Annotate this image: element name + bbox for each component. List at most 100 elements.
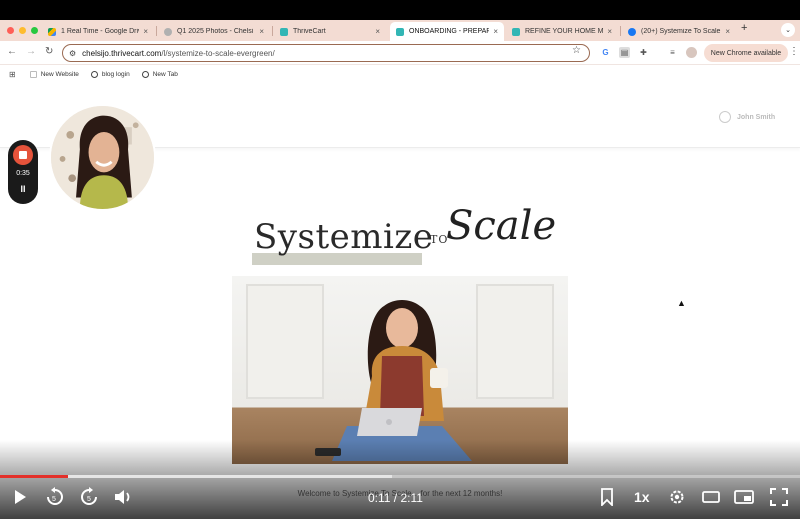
fullscreen-icon [770, 488, 788, 506]
tab-title: ONBOARDING - PREPARE [409, 28, 490, 35]
close-tab-icon[interactable]: × [493, 27, 498, 36]
settings-button[interactable] [666, 486, 688, 508]
tab-title: Q1 2025 Photos - Chelsi J [177, 28, 256, 35]
bookmark-label: New Website [40, 71, 79, 78]
playback-speed-button[interactable]: 1x [634, 489, 650, 505]
bookmark-blog-login[interactable]: blog login [90, 71, 130, 78]
webcam-bubble[interactable] [49, 104, 156, 211]
extension-icon[interactable]: ▤ [619, 47, 630, 58]
tab-search-button[interactable]: ⌄ [781, 23, 795, 37]
forward-icon[interactable]: → [26, 46, 36, 57]
url-path: /l/systemize-to-scale-evergreen/ [161, 48, 275, 58]
close-window-button[interactable] [7, 27, 14, 34]
puzzle-extensions-icon[interactable]: ✚ [638, 47, 649, 58]
thrivecart-icon [396, 27, 404, 36]
browser-toolbar: ← → ↻ ⚙ chelsijo.thrivecart.com/l/system… [0, 41, 800, 65]
gear-icon [670, 490, 684, 504]
address-bar[interactable]: ⚙ chelsijo.thrivecart.com/l/systemize-to… [62, 44, 590, 62]
pause-recording-button[interactable]: II [8, 184, 38, 194]
course-cover-image: Systemize TO Scale [232, 181, 568, 464]
miniplayer-button[interactable] [733, 486, 755, 508]
google-extension-icon[interactable]: G [600, 47, 611, 58]
bookmark-label: blog login [101, 71, 130, 78]
theater-icon [702, 491, 720, 503]
maximize-window-button[interactable] [31, 27, 38, 34]
tab-strip: 1 Real Time - Google Drive × Q1 2025 Pho… [0, 20, 800, 41]
close-tab-icon[interactable]: × [607, 27, 612, 36]
play-icon [15, 490, 26, 504]
site-settings-icon[interactable]: ⚙ [69, 49, 76, 58]
screen: 1 Real Time - Google Drive × Q1 2025 Pho… [0, 0, 800, 519]
forward-5-icon: 5 [81, 487, 97, 505]
forward-5-button[interactable]: 5 [78, 486, 100, 508]
played-bar [0, 475, 68, 478]
tab-facebook[interactable]: (20+) Systemize To Scale × [622, 22, 736, 41]
close-tab-icon[interactable]: × [375, 27, 380, 36]
reload-icon[interactable]: ↻ [45, 46, 53, 57]
bookmark-new-website[interactable]: New Website [29, 71, 79, 78]
fullscreen-button[interactable] [768, 486, 790, 508]
svg-text:5: 5 [87, 496, 91, 503]
save-bookmark-button[interactable] [597, 486, 617, 508]
mouse-cursor-icon: ▲ [677, 298, 686, 308]
close-tab-icon[interactable]: × [725, 27, 730, 36]
facebook-icon [628, 27, 636, 36]
top-bar [0, 0, 800, 20]
avatar [719, 111, 731, 123]
bookmarks-bar: ⊞ New Website blog login New Tab [0, 66, 800, 83]
bookmark-new-tab[interactable]: New Tab [141, 71, 178, 78]
volume-icon [115, 490, 130, 504]
cover-photo [232, 276, 568, 464]
tab-google-drive[interactable]: 1 Real Time - Google Drive × [42, 22, 154, 41]
close-tab-icon[interactable]: × [143, 27, 148, 36]
tab-divider [620, 26, 621, 36]
minimize-window-button[interactable] [19, 27, 26, 34]
theater-mode-button[interactable] [700, 486, 722, 508]
tab-title: (20+) Systemize To Scale [641, 28, 721, 35]
bookmark-star-icon[interactable]: ☆ [572, 45, 581, 56]
volume-button[interactable] [112, 486, 134, 508]
globe-icon [141, 71, 149, 78]
video-time: 0:11 / 2:11 [368, 491, 423, 505]
title-word-scale: Scale [446, 203, 557, 249]
google-drive-icon [48, 27, 56, 36]
tab-title: REFINE YOUR HOME MA [525, 28, 604, 35]
more-menu-icon[interactable]: ⋮ [789, 46, 799, 57]
new-tab-button[interactable]: + [741, 22, 747, 34]
stop-recording-button[interactable] [13, 145, 33, 165]
thrivecart-icon [512, 27, 520, 36]
globe-icon [90, 71, 98, 78]
new-chrome-available-button[interactable]: New Chrome available [704, 44, 788, 62]
tab-divider [156, 26, 157, 36]
svg-text:5: 5 [52, 496, 56, 503]
user-name: John Smith [737, 113, 776, 121]
close-tab-icon[interactable]: × [259, 27, 264, 36]
page-icon [29, 71, 37, 78]
tab-google-photos[interactable]: Q1 2025 Photos - Chelsi J × [158, 22, 270, 41]
tab-onboarding[interactable]: ONBOARDING - PREPARE × [390, 22, 504, 41]
thrivecart-icon [280, 27, 288, 36]
miniplayer-icon [734, 490, 754, 504]
tab-title: ThriveCart [293, 28, 326, 35]
user-menu[interactable]: John Smith [719, 111, 775, 123]
course-title: Systemize TO Scale [232, 203, 568, 271]
chevron-down-icon: ⌄ [785, 27, 791, 34]
video-progress-bar[interactable] [0, 475, 800, 478]
tab-divider [272, 26, 273, 36]
recording-timer: 0:35 [16, 170, 30, 177]
tab-refine-home[interactable]: REFINE YOUR HOME MA × [506, 22, 618, 41]
woman-with-laptop-illustration [315, 300, 472, 461]
rewind-5-icon: 5 [47, 487, 63, 505]
media-controls-icon[interactable]: ≡ [667, 47, 678, 58]
rewind-5-button[interactable]: 5 [44, 486, 66, 508]
back-icon[interactable]: ← [7, 46, 17, 57]
recorder-controls: 0:35 II [8, 140, 38, 204]
url-host: chelsijo.thrivecart.com [82, 48, 162, 58]
profile-avatar-icon[interactable] [686, 47, 697, 58]
apps-grid-icon[interactable]: ⊞ [9, 70, 16, 79]
google-photos-icon [164, 27, 172, 36]
tab-thrivecart[interactable]: ThriveCart × [274, 22, 386, 41]
bookmark-label: New Tab [152, 71, 178, 78]
title-word-systemize: Systemize [254, 217, 434, 257]
play-button[interactable] [10, 486, 30, 508]
